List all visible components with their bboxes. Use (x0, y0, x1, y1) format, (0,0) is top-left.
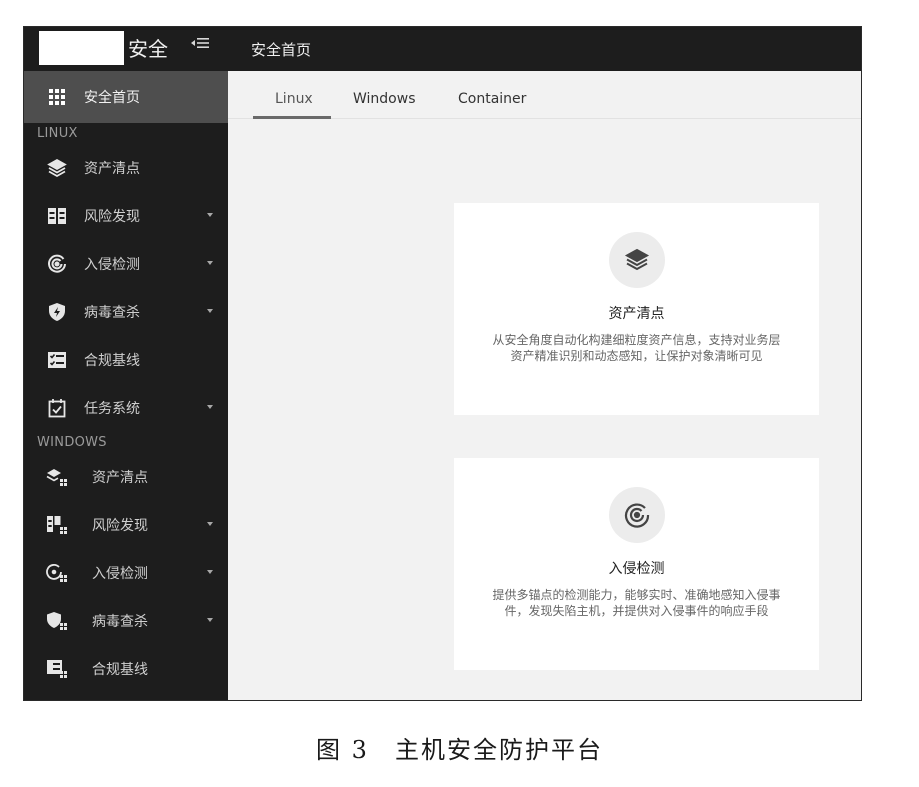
sidebar-item-label: 资产清点 (84, 161, 140, 177)
tab-container[interactable]: Container (458, 91, 526, 107)
sidebar-item-windows-assets[interactable]: 资产清点 (24, 453, 228, 501)
card-title: 入侵检测 (608, 561, 665, 577)
grid-icon (46, 86, 68, 108)
chevron-down-icon (207, 309, 213, 313)
chevron-down-icon (207, 522, 213, 526)
sidebar-item-label: 病毒查杀 (92, 614, 148, 630)
sidebar-item-linux-risk[interactable]: 风险发现 (24, 192, 228, 240)
sidebar-item-label: 风险发现 (84, 209, 140, 225)
feature-card-intrusion[interactable]: 入侵检测 提供多锚点的检测能力，能够实时、准确地感知入侵事件，发现失陷主机，并提… (454, 458, 819, 670)
chevron-down-icon (207, 261, 213, 265)
card-description: 从安全角度自动化构建细粒度资产信息，支持对业务层资产精准识别和动态感知，让保护对… (492, 333, 781, 363)
sidebar-item-label: 病毒查杀 (84, 305, 140, 321)
sidebar-item-home[interactable]: 安全首页 (24, 71, 228, 123)
sidebar-item-label: 合规基线 (84, 353, 140, 369)
sidebar-item-label: 任务系统 (84, 401, 140, 417)
shield-windows-icon (46, 610, 68, 632)
card-description: 提供多锚点的检测能力，能够实时、准确地感知入侵事件，发现失陷主机，并提供对入侵事… (492, 588, 781, 618)
tab-windows[interactable]: Windows (353, 91, 416, 107)
sidebar-item-linux-baseline[interactable]: 合规基线 (24, 336, 228, 384)
radar-windows-icon (46, 562, 68, 584)
sidebar-item-label: 风险发现 (92, 518, 148, 534)
feature-card-assets[interactable]: 资产清点 从安全角度自动化构建细粒度资产信息，支持对业务层资产精准识别和动态感知… (454, 203, 819, 415)
checklist-windows-icon (46, 658, 68, 680)
card-title: 资产清点 (608, 306, 665, 322)
chevron-down-icon (207, 213, 213, 217)
calendar-check-icon (46, 397, 68, 419)
sidebar-item-linux-assets[interactable]: 资产清点 (24, 144, 228, 192)
chevron-down-icon (207, 618, 213, 622)
sidebar-header: 安全 (24, 27, 228, 71)
chevron-down-icon (207, 570, 213, 574)
sidebar-item-linux-tasks[interactable]: 任务系统 (24, 384, 228, 432)
sidebar-item-label: 合规基线 (92, 662, 148, 678)
main-content: Linux Windows Container 资产清点 从安全角度自动化构建细… (228, 71, 861, 700)
checklist-icon (46, 349, 68, 371)
radar-icon (46, 253, 68, 275)
layers-icon (608, 232, 665, 288)
group-label-linux: LINUX (37, 126, 78, 141)
page-title: 安全首页 (251, 41, 312, 59)
sidebar-item-windows-baseline[interactable]: 合规基线 (24, 645, 228, 693)
sidebar-item-windows-intrusion[interactable]: 入侵检测 (24, 549, 228, 597)
topbar: 安全首页 (228, 27, 861, 71)
logo (39, 31, 124, 65)
columns-icon (46, 205, 68, 227)
active-tab-indicator (253, 116, 331, 119)
sidebar-item-label: 入侵检测 (92, 566, 148, 582)
layers-icon (46, 157, 68, 179)
app-title: 安全 (128, 37, 168, 61)
figure-caption: 图 3 主机安全防护平台 (316, 736, 603, 764)
shield-icon (46, 301, 68, 323)
sidebar-item-windows-risk[interactable]: 风险发现 (24, 501, 228, 549)
tab-linux[interactable]: Linux (275, 91, 313, 107)
sidebar-item-label: 安全首页 (84, 90, 140, 106)
sidebar-item-windows-antivirus[interactable]: 病毒查杀 (24, 597, 228, 645)
sidebar-item-linux-intrusion[interactable]: 入侵检测 (24, 240, 228, 288)
sidebar-item-label: 入侵检测 (84, 257, 140, 273)
sidebar: 安全 安全首页 LINUX 资产清点 风险发现 入侵检测 病毒查杀 合规基线 任… (24, 27, 228, 700)
chevron-down-icon (207, 405, 213, 409)
layers-windows-icon (46, 466, 68, 488)
sidebar-item-label: 资产清点 (92, 470, 148, 486)
radar-icon (608, 487, 665, 543)
group-label-windows: WINDOWS (37, 435, 107, 450)
tab-bar: Linux Windows Container (228, 71, 861, 119)
columns-windows-icon (46, 514, 68, 536)
sidebar-item-linux-antivirus[interactable]: 病毒查杀 (24, 288, 228, 336)
app-window: 安全 安全首页 LINUX 资产清点 风险发现 入侵检测 病毒查杀 合规基线 任… (23, 26, 862, 701)
menu-fold-icon[interactable] (190, 35, 210, 56)
